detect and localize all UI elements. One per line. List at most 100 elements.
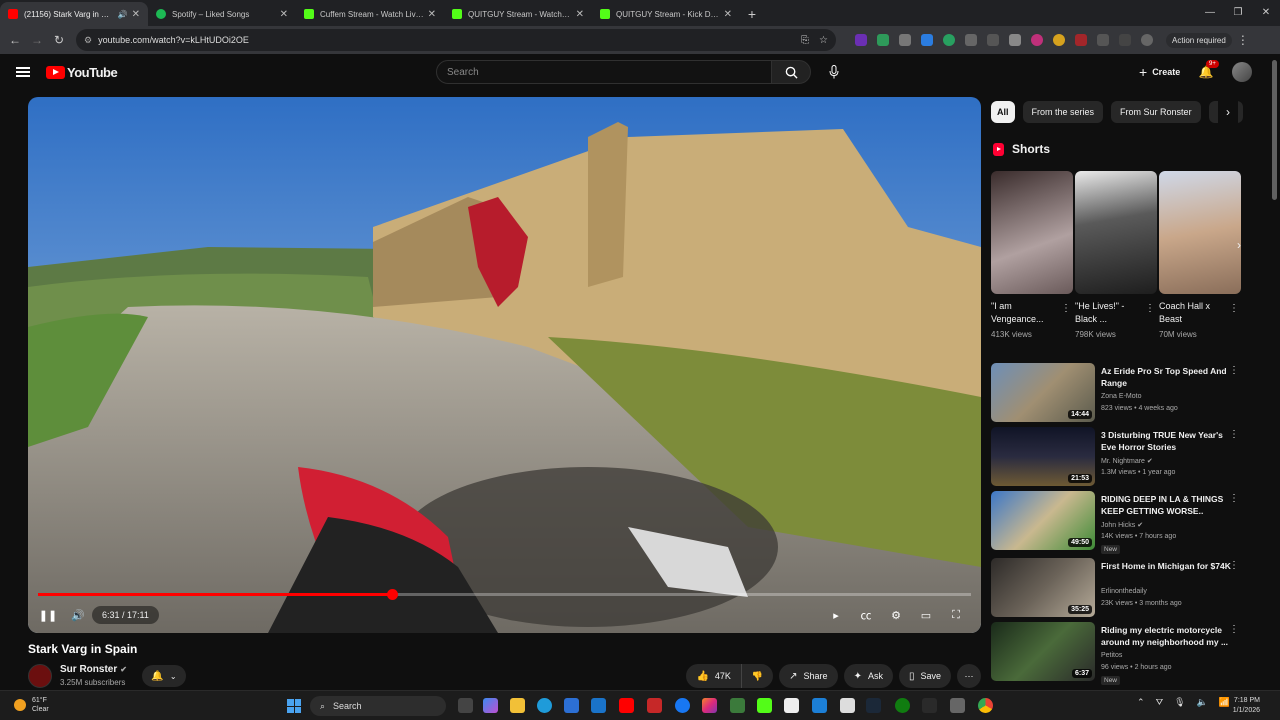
video-title[interactable]: Az Eride Pro Sr Top Speed And Range [1101,365,1237,389]
more-vertical-icon[interactable]: ⋮ [1229,429,1239,440]
channel-name[interactable]: Sur Ronster [60,664,117,675]
progress-bar[interactable] [38,589,971,600]
create-button[interactable]: + Create [1131,61,1188,83]
short-thumbnail[interactable] [991,171,1073,294]
address-bar[interactable]: ⚙ youtube.com/watch?v=kLHtUDOi2OE ⎘ ☆ [76,29,836,51]
short-title[interactable]: "He Lives!" - Black ... [1075,300,1145,328]
close-window-icon[interactable]: ✕ [1252,0,1280,24]
page-scrollbar[interactable] [1272,60,1277,200]
search-input[interactable]: Search [436,60,772,84]
video-title[interactable]: Riding my electric motorcycle around my … [1101,624,1237,648]
video-channel[interactable]: John Hicks ✔ [1101,521,1143,529]
close-tab-icon[interactable]: ✕ [132,9,140,20]
video-channel[interactable]: Zona E-Moto [1101,393,1141,400]
ask-button[interactable]: ✦ Ask [843,664,893,688]
extension-icon[interactable] [921,34,933,46]
kick-app-icon[interactable] [757,698,772,713]
video-thumbnail[interactable]: 6:37 [991,622,1095,681]
video-channel[interactable]: Mr. Nightmare ✔ [1101,457,1153,465]
channel-name-row[interactable]: Sur Ronster ✔ [60,664,127,675]
steam-icon[interactable] [866,698,881,713]
speaker-icon[interactable]: 🔊 [118,10,128,19]
network-icon[interactable]: ⛛ [1156,697,1164,708]
chevron-right-icon[interactable]: › [1218,101,1238,123]
app-icon[interactable] [647,698,662,713]
app-icon[interactable] [840,698,855,713]
theater-mode-icon[interactable]: ▭ [911,603,941,627]
file-explorer-icon[interactable] [510,698,525,713]
pause-icon[interactable]: ❚❚ [39,603,57,627]
video-title[interactable]: First Home in Michigan for $74K [1101,560,1237,572]
channel-name[interactable]: Mr. Nightmare [1101,458,1145,465]
channel-name[interactable]: John Hicks [1101,522,1135,529]
forward-icon[interactable]: → [26,29,48,51]
video-title[interactable]: RIDING DEEP IN LA & THINGS KEEP GETTING … [1101,493,1237,517]
new-tab-button[interactable]: + [740,2,764,26]
action-required-button[interactable]: Action required [1166,32,1232,48]
recommended-video[interactable]: 49:50 RIDING DEEP IN LA & THINGS KEEP GE… [991,491,1251,554]
autoplay-toggle-icon[interactable]: ▸ [821,603,851,627]
windows-start-icon[interactable] [287,699,301,713]
extension-icon[interactable] [1031,34,1043,46]
extension-icon[interactable] [855,34,867,46]
save-button[interactable]: ▯ Save [898,664,951,688]
close-tab-icon[interactable]: ✕ [428,9,436,20]
more-vertical-icon[interactable]: ⋮ [1061,303,1071,314]
more-actions-button[interactable]: ⋯ [957,664,981,688]
short-card[interactable]: "I am Vengeance... 413K views ⋮ [991,171,1073,339]
close-tab-icon[interactable]: ✕ [724,9,732,20]
video-thumbnail[interactable]: 21:53 [991,427,1095,486]
maximize-icon[interactable]: ❐ [1224,0,1252,24]
store-icon[interactable] [564,698,579,713]
dislike-button[interactable]: 👎 [741,664,774,688]
epic-games-icon[interactable] [922,698,937,713]
search-button[interactable] [771,60,811,84]
extension-icon[interactable] [965,34,977,46]
chevron-up-icon[interactable]: ⌃ [1137,697,1145,708]
more-vertical-icon[interactable]: ⋮ [1229,365,1239,376]
task-view-icon[interactable] [458,698,473,713]
close-tab-icon[interactable]: ✕ [576,9,584,20]
extension-icon[interactable] [899,34,911,46]
short-thumbnail[interactable] [1159,171,1241,294]
more-vertical-icon[interactable]: ⋮ [1229,624,1239,635]
like-button[interactable]: 👍 47K [686,664,742,688]
browser-tab-kick-quitguy[interactable]: QUITGUY Stream - Watch Live ✕ [444,2,592,26]
weather-widget[interactable]: 61°F Clear [14,696,49,714]
profile-icon[interactable] [1141,34,1153,46]
video-channel[interactable]: Petitos [1101,652,1122,659]
more-vertical-icon[interactable]: ⋮ [1229,560,1239,571]
reload-icon[interactable]: ↻ [48,29,70,51]
account-avatar[interactable] [1232,62,1252,82]
taskbar-search[interactable]: ⌕ Search [310,696,446,716]
video-player[interactable]: ❚❚ 🔊 6:31 / 17:11 ▸ ㏄ ⚙ ▭ ⛶ [28,97,981,633]
youtube-logo[interactable]: YouTube [46,65,118,80]
youtube-app-icon[interactable] [619,698,634,713]
shorts-next-icon[interactable]: › [1229,235,1249,255]
site-info-icon[interactable]: ⚙ [84,35,92,46]
more-vertical-icon[interactable]: ⋮ [1145,303,1155,314]
speaker-icon[interactable]: 🔈 [1197,697,1208,708]
bookmark-star-icon[interactable]: ☆ [819,35,828,46]
chip-from-series[interactable]: From the series [1022,101,1104,123]
extension-icon[interactable] [1053,34,1065,46]
hamburger-menu-icon[interactable] [16,67,30,77]
video-thumbnail[interactable]: 14:44 [991,363,1095,422]
voice-search-button[interactable] [822,60,846,84]
extension-icon[interactable] [1009,34,1021,46]
recommended-video[interactable]: 6:37 Riding my electric motorcycle aroun… [991,622,1251,685]
video-thumbnail[interactable]: 49:50 [991,491,1095,550]
clock[interactable]: 7:18 PM 1/1/2026 [1233,696,1260,716]
video-channel[interactable]: Erlinonthedaily [1101,588,1147,595]
extension-icon[interactable] [987,34,999,46]
share-button[interactable]: ↗ Share [779,664,838,688]
recommended-video[interactable]: 21:53 3 Disturbing TRUE New Year's Eve H… [991,427,1251,487]
xbox-icon[interactable] [895,698,910,713]
fullscreen-icon[interactable]: ⛶ [941,603,971,627]
short-title[interactable]: "I am Vengeance... [991,300,1061,328]
browser-tab-kick-cuffem[interactable]: Cuffem Stream - Watch Live on ✕ [296,2,444,26]
chrome-icon[interactable] [978,698,993,713]
wifi-icon[interactable]: 📶 [1219,697,1230,708]
channel-avatar[interactable] [28,664,52,688]
short-title[interactable]: Coach Hall x Beast [1159,300,1229,328]
